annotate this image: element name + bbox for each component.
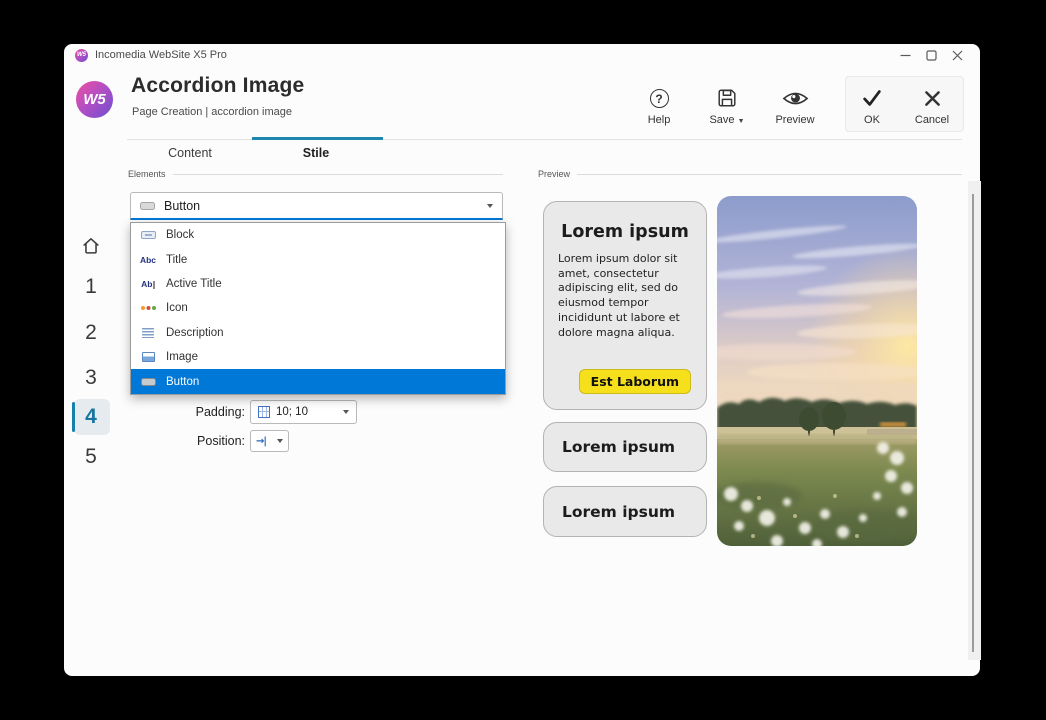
maximize-button[interactable] <box>918 45 944 65</box>
dropdown-item-label: Icon <box>166 302 188 314</box>
sidebar-step-1[interactable]: 1 <box>73 269 109 305</box>
check-icon <box>860 86 884 110</box>
close-icon <box>952 50 963 61</box>
accordion-description: Lorem ipsum dolor sit amet, consectetur … <box>558 252 693 340</box>
position-combobox[interactable]: →| <box>250 430 289 452</box>
tab-content[interactable]: Content <box>152 144 228 162</box>
dropdown-item-label: Block <box>166 229 194 241</box>
padding-grid-icon <box>258 406 270 418</box>
padding-combobox[interactable]: 10; 10 <box>250 400 357 424</box>
sidebar-home-button[interactable] <box>80 235 102 262</box>
cancel-button[interactable]: Cancel <box>908 86 956 126</box>
close-button[interactable] <box>944 45 970 65</box>
preview-button[interactable]: Preview <box>767 86 823 126</box>
accordion-action-button[interactable]: Est Laborum <box>579 369 691 394</box>
window-controls <box>892 44 970 66</box>
preview-group-rule <box>577 174 962 175</box>
dropdown-item-title[interactable]: Abc Title <box>131 247 505 271</box>
elements-group-label: Elements <box>128 169 166 179</box>
elements-combobox-value: Button <box>164 199 200 213</box>
dropdown-item-label: Title <box>166 254 187 266</box>
dropdown-item-label: Description <box>166 327 224 339</box>
app-logo: W5 <box>76 81 113 118</box>
dropdown-item-icon[interactable]: Icon <box>131 296 505 320</box>
button-shape-icon <box>141 378 156 386</box>
button-shape-icon <box>140 202 155 210</box>
preview-photo <box>717 196 917 546</box>
save-dropdown-caret-icon: ▼ <box>738 118 745 125</box>
dropdown-item-label: Image <box>166 351 198 363</box>
preview-group-header: Preview <box>538 168 962 180</box>
abc-title-icon: Abc <box>140 255 156 265</box>
preview-group-label: Preview <box>538 169 570 179</box>
elements-dropdown-list: Block Abc Title Ab Active Title Icon Des… <box>130 222 506 395</box>
abc-active-title-icon: Ab <box>141 279 155 289</box>
preview-label: Preview <box>775 114 814 126</box>
accordion-title: Lorem ipsum <box>544 222 706 242</box>
active-tab-indicator <box>252 137 383 140</box>
dropdown-item-label: Active Title <box>166 278 222 290</box>
dropdown-item-block[interactable]: Block <box>131 223 505 247</box>
tab-style[interactable]: Stile <box>278 144 354 162</box>
sidebar-step-2[interactable]: 2 <box>73 315 109 351</box>
help-icon: ? <box>650 89 669 108</box>
padding-label: Padding: <box>160 400 245 424</box>
dropdown-item-description[interactable]: Description <box>131 321 505 345</box>
sidebar-step-5[interactable]: 5 <box>73 439 109 475</box>
save-button[interactable]: Save ▼ <box>699 86 755 126</box>
accordion-collapsed-item[interactable]: Lorem ipsum <box>543 422 707 472</box>
accordion-title: Lorem ipsum <box>562 438 675 456</box>
meadow-sunset-image <box>717 196 917 546</box>
block-icon <box>141 231 156 239</box>
sidebar-step-4[interactable]: 4 <box>73 399 109 435</box>
elements-group-rule <box>173 174 503 175</box>
elements-combobox[interactable]: Button <box>130 192 503 220</box>
eye-icon <box>782 86 809 110</box>
minimize-button[interactable] <box>892 45 918 65</box>
save-label: Save ▼ <box>709 114 744 126</box>
chevron-down-icon <box>487 204 493 208</box>
dropdown-item-image[interactable]: Image <box>131 345 505 369</box>
text-lines-icon <box>142 328 154 338</box>
color-dots-icon <box>141 306 145 310</box>
ok-button[interactable]: OK <box>848 86 896 126</box>
accordion-expanded-item: Lorem ipsum Lorem ipsum dolor sit amet, … <box>543 201 707 410</box>
save-icon <box>716 86 738 110</box>
maximize-icon <box>926 50 937 61</box>
app-logo-icon: W5 <box>75 49 88 62</box>
help-label: Help <box>648 114 671 126</box>
dropdown-item-button[interactable]: Button <box>131 369 505 393</box>
ok-label: OK <box>864 114 880 126</box>
home-icon <box>80 235 102 257</box>
dropdown-item-label: Button <box>166 376 199 388</box>
accordion-title: Lorem ipsum <box>562 503 675 521</box>
window-title: Incomedia WebSite X5 Pro <box>95 49 227 61</box>
align-right-icon: →| <box>256 436 266 447</box>
minimize-icon <box>900 50 911 61</box>
scrollbar-thumb[interactable] <box>972 194 974 652</box>
scrollbar-track[interactable] <box>968 181 981 660</box>
cancel-label: Cancel <box>915 114 949 126</box>
position-label: Position: <box>160 430 245 452</box>
app-window: W5 Incomedia WebSite X5 Pro W5 Accordion… <box>64 44 980 676</box>
picture-icon <box>142 352 155 362</box>
title-bar: W5 Incomedia WebSite X5 Pro <box>64 44 980 66</box>
sidebar-step-3[interactable]: 3 <box>73 360 109 396</box>
chevron-down-icon <box>343 410 349 414</box>
elements-group-header: Elements <box>128 168 503 180</box>
breadcrumb: Page Creation | accordion image <box>132 106 292 118</box>
chevron-down-icon <box>277 439 283 443</box>
page-title: Accordion Image <box>131 74 304 98</box>
dropdown-item-active-title[interactable]: Ab Active Title <box>131 272 505 296</box>
padding-value: 10; 10 <box>276 406 308 418</box>
accordion-collapsed-item[interactable]: Lorem ipsum <box>543 486 707 537</box>
help-button[interactable]: ? Help <box>631 86 687 126</box>
cancel-x-icon <box>922 86 943 110</box>
